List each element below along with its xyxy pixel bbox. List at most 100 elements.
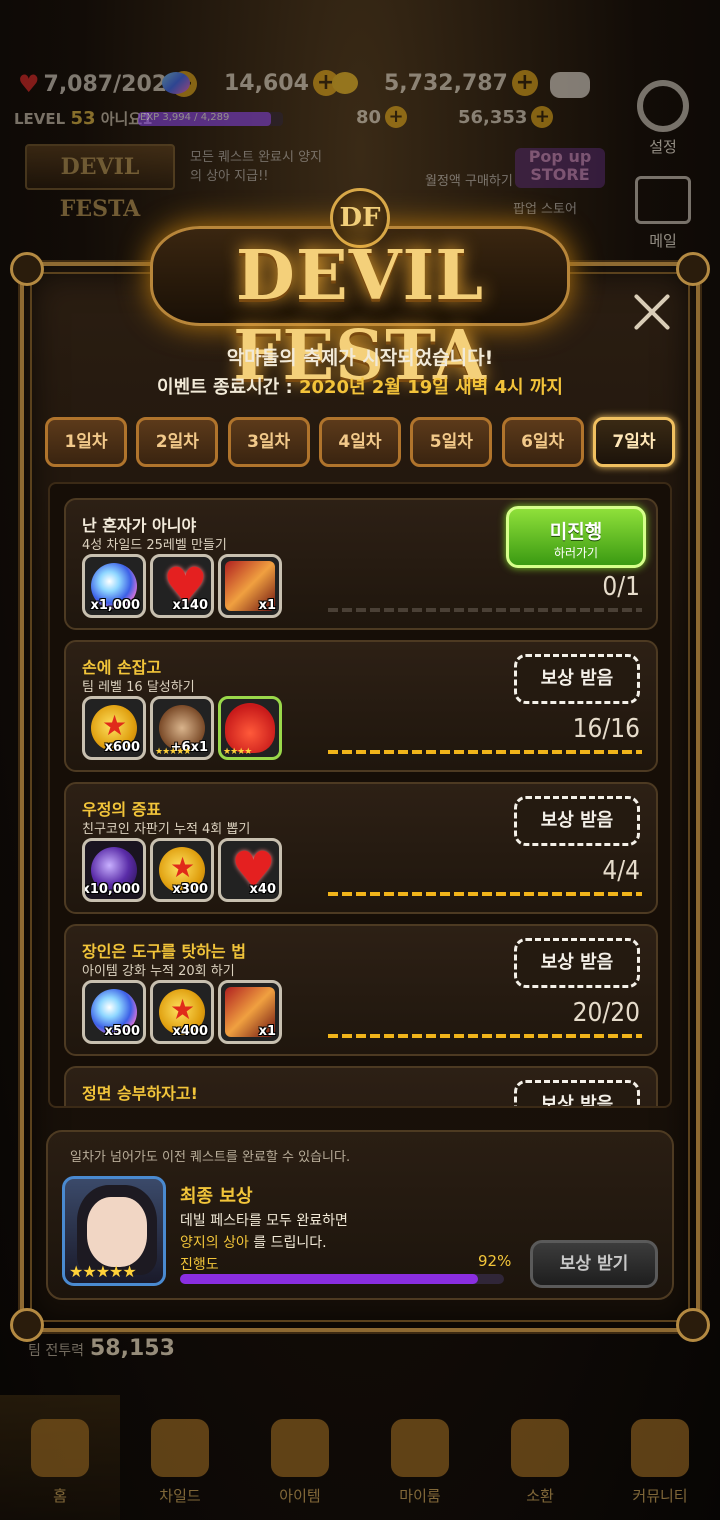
reward-qty: x1: [258, 598, 276, 613]
character-face: [87, 1197, 147, 1267]
end-time-label: 이벤트 종료시간 :: [157, 377, 299, 398]
progress-dashes: [328, 608, 642, 612]
add-gold-button[interactable]: +: [511, 70, 538, 96]
final-reward-portrait[interactable]: ★★★★★: [62, 1176, 166, 1286]
final-reward-line1: 데빌 페스타를 모두 완료하면: [180, 1213, 348, 1229]
final-reward-name: 양지의 상아: [180, 1235, 249, 1251]
tab-day-3[interactable]: 3일차: [227, 417, 310, 467]
progress-percent: 92%: [478, 1252, 512, 1270]
reward-qty: x140: [172, 598, 208, 613]
popup-store-banner[interactable]: Pop up STORE: [515, 148, 605, 188]
gold-icon: [332, 72, 358, 94]
reward-qty: x600: [104, 740, 140, 755]
devil-festa-logo: DF DEVIL FESTA: [150, 188, 570, 396]
tab-day-4[interactable]: 4일차: [318, 417, 401, 467]
add-dark-button[interactable]: +: [531, 106, 554, 128]
nav-item-label: 아이템: [279, 1487, 321, 1505]
nav-community[interactable]: 커뮤니티: [600, 1395, 720, 1520]
quest-progress: 16/16: [572, 714, 640, 744]
nav-child-label: 차일드: [159, 1487, 201, 1505]
claimed-button[interactable]: 보상 받음: [514, 938, 640, 988]
settings-label: 설정: [649, 138, 677, 156]
final-reward-line2-rest: 를 드립니다.: [248, 1235, 327, 1251]
gem-icon: [162, 72, 190, 94]
claimed-button[interactable]: 보상 받음: [514, 1080, 640, 1106]
monthly-banner[interactable]: 월정액 구매하기: [425, 170, 513, 189]
final-reward-panel: 일차가 넘어가도 이전 퀘스트를 완료할 수 있습니다. ★★★★★ 최종 보상…: [46, 1130, 674, 1300]
mail-button[interactable]: 메일: [626, 176, 700, 251]
reward-item[interactable]: x400: [150, 980, 214, 1044]
reward-qty: x1,000: [90, 598, 140, 613]
level-label: LEVEL: [14, 110, 66, 128]
nav-myroom[interactable]: 마이룸: [360, 1395, 480, 1520]
quest-desc: 4성 차일드 25레벨 만들기: [82, 538, 227, 553]
nav-summon[interactable]: 소환: [480, 1395, 600, 1520]
add-stamina-button[interactable]: +: [385, 106, 408, 128]
progress-dashes: [328, 1034, 642, 1038]
tab-day-1[interactable]: 1일차: [45, 417, 127, 467]
reward-item[interactable]: x500: [82, 980, 146, 1044]
go-button-sublabel: 하러가기: [553, 546, 599, 560]
quest-title: 정면 승부하자고!: [82, 1084, 198, 1103]
devil-festa-banner[interactable]: DEVIL FESTA: [25, 144, 175, 222]
team-power-value: 58,153: [89, 1336, 175, 1361]
quest-progress: 20/20: [572, 998, 640, 1028]
reward-item[interactable]: x1,000: [82, 554, 146, 618]
final-progress-bar: [180, 1274, 504, 1284]
reward-qty: x10,000: [82, 882, 140, 897]
reward-item[interactable]: x600: [82, 696, 146, 760]
nav-child[interactable]: 차일드: [120, 1395, 240, 1520]
nav-summon-label: 소환: [526, 1487, 554, 1505]
tab-day-7[interactable]: 7일차: [592, 417, 675, 467]
claimed-button[interactable]: 보상 받음: [514, 796, 640, 846]
nav-home[interactable]: 홈: [0, 1395, 120, 1520]
reward-item[interactable]: ★★★★: [218, 696, 282, 760]
settings-button[interactable]: 설정: [626, 80, 700, 157]
claimed-button[interactable]: 보상 받음: [514, 654, 640, 704]
star-rating-icon: ★★★★: [223, 747, 252, 757]
go-button-label: 미진행: [549, 521, 603, 543]
receive-reward-button[interactable]: 보상 받기: [530, 1240, 658, 1288]
quest-card: 손에 손잡고 팀 레벨 16 달성하기 x600 +6x1★★★★★ ★★★★ …: [64, 640, 658, 772]
tab-day-5[interactable]: 5일차: [410, 417, 493, 467]
reward-qty: x500: [104, 1024, 140, 1039]
tab-day-2[interactable]: 2일차: [136, 417, 219, 467]
quest-list[interactable]: 난 혼자가 아니야 4성 차일드 25레벨 만들기 x1,000 x140 x1…: [48, 482, 672, 1108]
nav-home-label: 홈: [53, 1487, 67, 1505]
quest-desc: 친구코인 자판기 누적 4회 뽑기: [82, 822, 251, 837]
star-rating-icon: ★★★★★: [69, 1262, 137, 1281]
sword-shield-icon: [271, 1419, 329, 1477]
heart-icon: ♥: [18, 70, 40, 98]
tab-day-6[interactable]: 6일차: [501, 417, 584, 467]
nav-item[interactable]: 아이템: [240, 1395, 360, 1520]
gear-icon: [637, 80, 689, 132]
final-note: 일차가 넘어가도 이전 퀘스트를 완료할 수 있습니다.: [70, 1150, 351, 1165]
stamina-count: 80: [356, 106, 382, 128]
chat-icon[interactable]: [550, 72, 590, 98]
go-button[interactable]: 미진행 하러가기: [506, 506, 646, 568]
reward-item[interactable]: x1: [218, 980, 282, 1044]
quest-title: 난 혼자가 아니야: [82, 516, 197, 535]
reward-item[interactable]: x1: [218, 554, 282, 618]
reward-item[interactable]: x300: [150, 838, 214, 902]
reward-item[interactable]: x10,000: [82, 838, 146, 902]
quest-card: 우정의 증표 친구코인 자판기 누적 4회 뽑기 x10,000 x300 x4…: [64, 782, 658, 914]
ornament-icon: [676, 252, 710, 286]
quest-title: 우정의 증표: [82, 800, 162, 819]
quest-card: 장인은 도구를 탓하는 법 아이템 강화 누적 20회 하기 x500 x400…: [64, 924, 658, 1056]
reward-item[interactable]: x40: [218, 838, 282, 902]
quest-title: 장인은 도구를 탓하는 법: [82, 942, 246, 961]
final-reward-line2: 양지의 상아 를 드립니다.: [180, 1232, 327, 1252]
reward-item[interactable]: x140: [150, 554, 214, 618]
close-button[interactable]: [630, 290, 674, 334]
logo-text: DEVIL FESTA: [233, 236, 487, 396]
exp-text: EXP 3,994 / 4,289: [140, 112, 230, 123]
reward-items: x1,000 x140 x1: [82, 554, 282, 618]
end-time-value: 2020년 2월 19일 새벽 4시 까지: [298, 377, 563, 398]
level-value: 53: [70, 108, 96, 129]
flame-icon: [151, 1419, 209, 1477]
community-shield-icon: [631, 1419, 689, 1477]
ornament-icon: [676, 1308, 710, 1342]
quest-desc: 팀 레벨 16 달성하기: [82, 680, 195, 695]
reward-item[interactable]: +6x1 ★★★★★: [150, 696, 214, 760]
